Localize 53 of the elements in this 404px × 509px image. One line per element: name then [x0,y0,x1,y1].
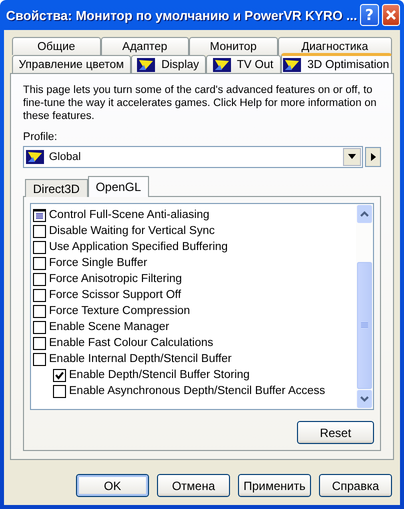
option-label: Force Scissor Support Off [49,289,182,301]
group-icon [33,208,46,222]
right-arrow-icon [370,153,376,161]
tab[interactable]: OpenGL [88,176,150,197]
checkbox[interactable] [33,240,46,254]
checkbox[interactable] [53,368,66,382]
next-button[interactable] [365,147,381,167]
scrollbar[interactable] [356,204,373,409]
grip-icon [361,322,368,329]
profile-logo-icon [26,150,44,164]
scroll-up-icon [360,211,369,217]
option-label: Enable Internal Depth/Stencil Buffer [49,353,232,365]
tab[interactable]: 3D Optimisation [280,53,392,73]
option-label: Enable Depth/Stencil Buffer Storing [69,369,250,381]
description-text: This page lets you turn some of the card's advanced features on or off, to fine-tune the way it accelerates games. Click Help for more information on these features. [23,84,378,123]
scroll-down-icon [360,396,369,402]
reset-button[interactable]: Reset [297,421,374,444]
tab[interactable]: Управление цветом [12,55,131,73]
option-label: Force Single Buffer [49,257,148,269]
option-label: Force Texture Compression [49,305,190,317]
option-label: Disable Waiting for Vertical Sync [49,225,215,237]
option-label: Force Anisotropic Filtering [49,273,182,285]
checkbox[interactable] [33,272,46,286]
option-label: Enable Asynchronous Depth/Stencil Buffer Access [69,385,326,397]
option-label: Use Application Specified Buffering [49,241,228,253]
tab[interactable]: Адаптер [100,37,190,55]
option-label: Enable Scene Manager [49,321,170,333]
window-title: Свойства: Монитор по умолчанию и PowerVR KYRO ... [6,8,358,22]
dropdown-arrow-icon [348,154,356,160]
close-icon [384,9,397,21]
checkbox[interactable] [33,304,46,318]
checkbox[interactable] [33,256,46,270]
checkbox[interactable] [33,320,46,334]
close-button[interactable] [382,4,400,26]
tab[interactable]: Direct3D [25,179,88,197]
option-label: Control Full-Scene Anti-aliasing [49,209,210,221]
dialog-button[interactable]: OK [76,474,149,497]
dialog-button[interactable]: Отмена [157,474,230,497]
checkbox[interactable] [33,352,46,366]
checkbox[interactable] [33,224,46,238]
option-label: Enable Fast Colour Calculations [49,337,214,349]
checkbox[interactable] [33,336,46,350]
checkbox[interactable] [33,288,46,302]
tab[interactable]: Монитор [189,37,278,55]
help-button[interactable]: ? [360,4,379,26]
tab[interactable]: TV Out [206,55,281,73]
checkbox[interactable] [53,384,66,398]
profile-dropdown[interactable]: Global [23,146,363,168]
tab[interactable]: Общие [12,37,101,55]
dialog-button[interactable]: Справка [319,474,392,497]
tab[interactable]: Display [130,55,206,73]
dialog-button[interactable]: Применить [238,474,311,497]
profile-label: Profile: [23,131,58,143]
